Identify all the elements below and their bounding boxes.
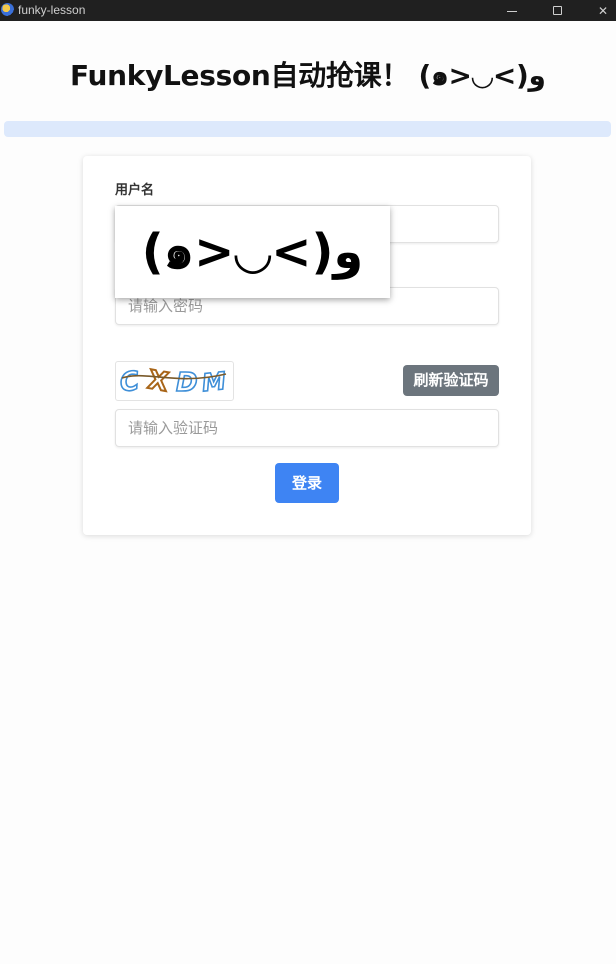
maximize-icon[interactable] bbox=[534, 0, 580, 21]
login-button[interactable]: 登录 bbox=[275, 463, 339, 503]
minimize-icon[interactable] bbox=[489, 0, 535, 21]
window-titlebar: funky-lesson ✕ bbox=[0, 0, 616, 21]
page-title: FunkyLesson自动抢课！ (๑>◡<)و bbox=[70, 59, 546, 92]
username-label: 用户名 bbox=[115, 183, 155, 198]
window-title: funky-lesson bbox=[18, 3, 86, 17]
svg-text:X: X bbox=[146, 365, 171, 398]
captcha-image[interactable]: C X D M bbox=[115, 361, 234, 401]
captcha-graphic: C X D M bbox=[117, 364, 228, 399]
svg-text:M: M bbox=[201, 367, 228, 397]
captcha-input[interactable] bbox=[115, 409, 499, 447]
close-icon[interactable]: ✕ bbox=[580, 0, 616, 21]
refresh-captcha-button[interactable]: 刷新验证码 bbox=[403, 365, 499, 396]
progress-bar bbox=[4, 121, 611, 137]
svg-text:C: C bbox=[118, 366, 141, 398]
app-icon bbox=[1, 3, 14, 16]
emoticon-popup: (๑>◡<)و bbox=[115, 206, 390, 298]
svg-text:D: D bbox=[176, 368, 198, 398]
